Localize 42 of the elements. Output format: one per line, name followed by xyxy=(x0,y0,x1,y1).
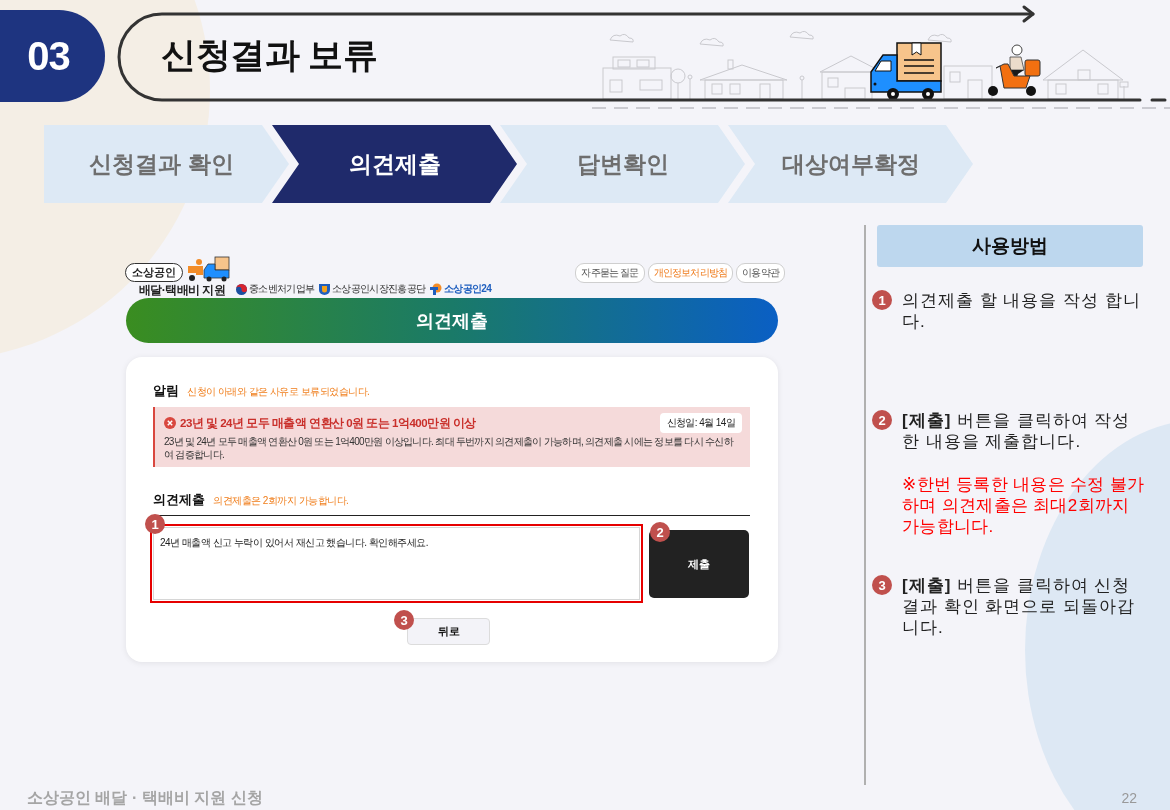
guide-heading: 사용방법 xyxy=(877,225,1143,267)
step-number-marker: 2 xyxy=(650,522,670,542)
partner-name: 소상공인24 xyxy=(444,282,492,296)
progress-step: 대상여부확정 xyxy=(728,125,973,203)
guide-step-text: 의견제출 할 내용을 작성 합니다. xyxy=(902,290,1142,332)
section-heading: 의견제출 xyxy=(153,491,205,509)
back-button[interactable]: 뒤로 xyxy=(407,618,490,645)
header-link[interactable]: 자주묻는 질문 xyxy=(575,263,645,283)
section-number-badge: 03 xyxy=(0,10,105,102)
progress-step: 답변확인 xyxy=(500,125,745,203)
page-number: 22 xyxy=(1121,790,1137,806)
guide-step-text: [제출] 버튼을 클릭하여 작성한 내용을 제출합니다. xyxy=(902,410,1132,452)
warning-note: ※한번 등록한 내용은 수정 불가하며 의견제출은 최대2회까지 가능합니다. xyxy=(902,474,1146,537)
progress-step: 신청결과 확인 xyxy=(44,125,289,203)
header-link[interactable]: 이용약관 xyxy=(736,263,785,283)
section-hint: 신청이 아래와 같은 사유로 보류되었습니다. xyxy=(187,385,370,399)
scooter-rider-icon xyxy=(988,44,1041,96)
guide-step-text: [제출] 버튼을 클릭하여 신청결과 확인 화면으로 되돌아갑니다. xyxy=(902,575,1137,638)
partner-name: 중소벤처기업부 xyxy=(249,282,315,296)
date-badge: 신청일: 4월 14일 xyxy=(659,413,742,433)
emblem-icon xyxy=(236,283,247,295)
logo-badge: 소상공인 xyxy=(125,263,183,282)
portal-logo-icon xyxy=(430,283,443,295)
delivery-logo-icon xyxy=(186,256,230,282)
section-heading: 알림 xyxy=(153,382,179,400)
step-number-marker: 1 xyxy=(145,514,165,534)
partner-name: 소상공인시장진흥공단 xyxy=(332,282,426,296)
step-number-marker: 1 xyxy=(872,290,892,310)
delivery-truck-icon xyxy=(870,42,942,100)
alert-message: 23년 및 24년 모두 매출액 연환산 0원 또는 1억400만원 이상입니다. 최대 두번까지 의견제출이 가능하며, 의견제출 시에는 정보를 다시 수신하여 검증합니다. xyxy=(164,436,735,461)
error-icon xyxy=(164,417,176,429)
logo-title: 배달·택배비 지원 xyxy=(139,283,226,298)
page-banner: 의견제출 xyxy=(126,298,778,343)
section-hint: 의견제출은 2회까지 가능합니다. xyxy=(213,494,349,508)
step-number-marker: 2 xyxy=(872,410,892,430)
shield-logo-icon xyxy=(319,283,331,295)
progress-step: 의견제출 xyxy=(272,125,517,203)
footer-title: 소상공인 배달 · 택배비 지원 신청 xyxy=(27,787,263,808)
alert-title: 23년 및 24년 모두 매출액 연환산 0원 또는 1억400만원 이상 xyxy=(180,415,476,431)
slide-title: 신청결과 보류 xyxy=(161,33,378,76)
step-number-marker: 3 xyxy=(394,610,414,630)
step-number-marker: 3 xyxy=(872,575,892,595)
